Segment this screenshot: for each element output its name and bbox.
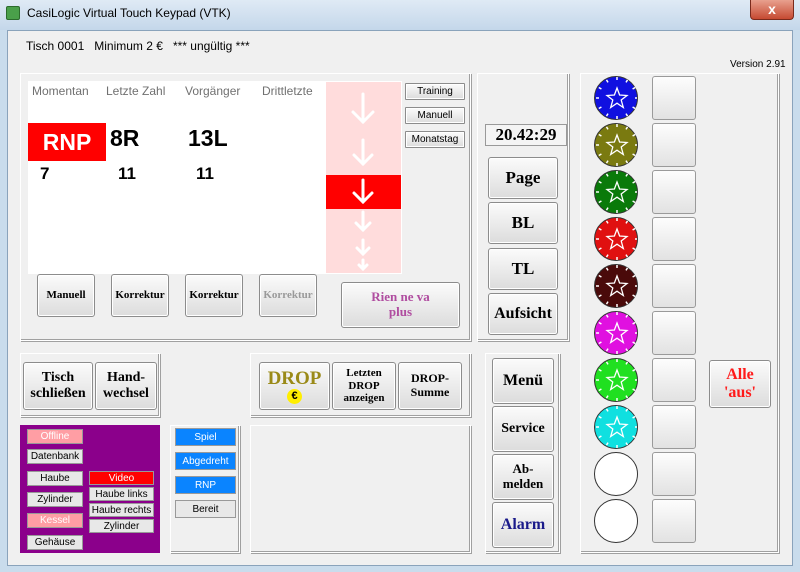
app-icon <box>6 6 20 20</box>
chip-button-column <box>652 76 700 551</box>
state-spiel: Spiel <box>175 428 236 446</box>
menu-button[interactable]: Menü <box>492 358 554 404</box>
page-button[interactable]: Page <box>488 157 558 199</box>
chip-3[interactable] <box>594 217 638 261</box>
chip-7[interactable] <box>594 405 638 449</box>
alle-aus-button[interactable]: Alle 'aus' <box>709 360 771 408</box>
status-zylinder-2: Zylinder <box>89 519 154 533</box>
last-result: 8R <box>110 125 140 151</box>
state-abgedreht: Abgedreht <box>175 452 236 470</box>
spin-indicator <box>326 82 401 273</box>
handwechsel-button[interactable]: Hand-wechsel <box>95 362 157 410</box>
header-momentan: Momentan <box>32 84 89 98</box>
table-info: Tisch 0001 Minimum 2 € *** ungültig *** <box>26 39 250 53</box>
empty-panel <box>250 425 471 553</box>
status-haube-links: Haube links <box>89 487 154 501</box>
monatstag-button[interactable]: Monatstag <box>405 131 465 148</box>
previous-number: 11 <box>196 164 214 183</box>
letzten-drop-button[interactable]: Letzten DROP anzeigen <box>332 362 396 410</box>
chip-button-7[interactable] <box>652 405 696 449</box>
star-icon <box>596 124 637 166</box>
header-letzte-zahl: Letzte Zahl <box>106 84 166 98</box>
star-icon <box>596 171 637 213</box>
down-arrows-icon <box>326 92 401 272</box>
aufsicht-button[interactable]: Aufsicht <box>488 293 558 335</box>
tl-button[interactable]: TL <box>488 248 558 290</box>
chip-button-9[interactable] <box>652 499 696 543</box>
chip-6[interactable] <box>594 358 638 402</box>
header-vorganger: Vorgänger <box>185 84 241 98</box>
korrektur-button-1[interactable]: Korrektur <box>111 274 169 317</box>
star-icon <box>596 359 637 401</box>
chip-button-4[interactable] <box>652 264 696 308</box>
status-video: Video <box>89 471 154 485</box>
korrektur-button-3[interactable]: Korrektur <box>259 274 317 317</box>
current-result: RNP <box>28 123 106 161</box>
chip-button-8[interactable] <box>652 452 696 496</box>
drop-summe-button[interactable]: DROP-Summe <box>398 362 462 410</box>
last-number: 11 <box>118 164 136 183</box>
chip-1[interactable] <box>594 123 638 167</box>
star-icon <box>596 265 637 307</box>
tisch-schliessen-button[interactable]: Tisch schließen <box>23 362 93 410</box>
chip-9[interactable] <box>594 499 638 543</box>
chip-8[interactable] <box>594 452 638 496</box>
drop-label: DROP <box>267 367 322 389</box>
chip-button-6[interactable] <box>652 358 696 402</box>
chip-button-3[interactable] <box>652 217 696 261</box>
chip-2[interactable] <box>594 170 638 214</box>
status-haube-rechts: Haube rechts <box>89 503 154 517</box>
chip-4[interactable] <box>594 264 638 308</box>
chip-button-5[interactable] <box>652 311 696 355</box>
chip-0[interactable] <box>594 76 638 120</box>
window-title: CasiLogic Virtual Touch Keypad (VTK) <box>27 6 231 20</box>
header-drittletzte: Drittletzte <box>262 84 313 98</box>
status-gehaeuse: Gehäuse <box>27 535 83 550</box>
close-button[interactable]: x <box>750 0 794 20</box>
previous-result: 13L <box>188 125 228 151</box>
drop-button[interactable]: DROP € <box>259 362 330 410</box>
state-bereit: Bereit <box>175 500 236 518</box>
korrektur-button-2[interactable]: Korrektur <box>185 274 243 317</box>
chip-button-1[interactable] <box>652 123 696 167</box>
abmelden-button[interactable]: Ab-melden <box>492 454 554 500</box>
status-zylinder: Zylinder <box>27 492 83 507</box>
clock-display: 20.42:29 <box>485 124 567 146</box>
euro-icon: € <box>287 389 302 405</box>
star-icon <box>596 312 637 354</box>
chip-button-2[interactable] <box>652 170 696 214</box>
status-datenbank: Datenbank <box>27 449 83 464</box>
alarm-button[interactable]: Alarm <box>492 502 554 548</box>
training-button[interactable]: Training <box>405 83 465 100</box>
bl-button[interactable]: BL <box>488 202 558 244</box>
chip-button-0[interactable] <box>652 76 696 120</box>
chip-column <box>594 76 642 551</box>
state-rnp: RNP <box>175 476 236 494</box>
status-offline: Offline <box>27 429 83 444</box>
manuell-mode-button[interactable]: Manuell <box>405 107 465 124</box>
manuell-button[interactable]: Manuell <box>37 274 95 317</box>
current-number: 7 <box>40 164 50 183</box>
status-haube: Haube <box>27 471 83 486</box>
status-kessel: Kessel <box>27 513 83 528</box>
chip-5[interactable] <box>594 311 638 355</box>
star-icon <box>596 77 637 119</box>
service-button[interactable]: Service <box>492 406 554 452</box>
star-icon <box>596 406 637 448</box>
star-icon <box>596 218 637 260</box>
rien-ne-va-plus-button[interactable]: Rien ne va plus <box>341 282 460 328</box>
version-label: Version 2.91 <box>730 59 786 70</box>
